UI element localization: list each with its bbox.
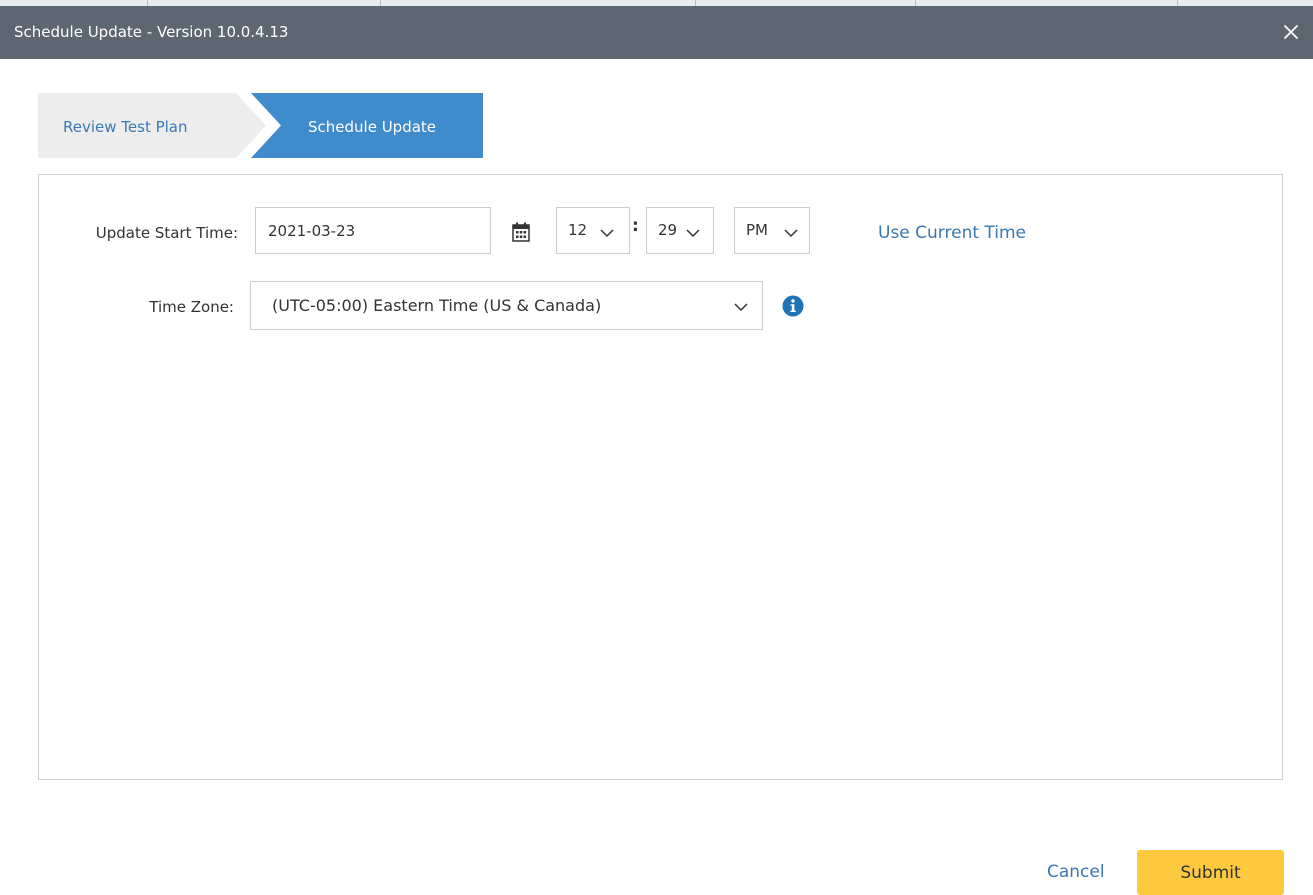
- cancel-button[interactable]: Cancel: [1047, 862, 1105, 882]
- chevron-down-icon: [784, 229, 798, 238]
- chevron-down-icon: [734, 303, 748, 312]
- info-icon[interactable]: [782, 295, 804, 317]
- chevron-down-icon: [686, 229, 700, 238]
- dialog-titlebar: Schedule Update - Version 10.0.4.13: [0, 6, 1313, 59]
- update-start-time-label: Update Start Time:: [95, 224, 238, 242]
- wizard-step-review-test-plan[interactable]: Review Test Plan: [38, 93, 266, 158]
- hour-select[interactable]: 12: [556, 207, 630, 254]
- time-separator: :: [632, 216, 639, 236]
- minute-value: 29: [658, 221, 678, 239]
- time-zone-value: (UTC-05:00) Eastern Time (US & Canada): [272, 296, 602, 315]
- close-icon[interactable]: [1279, 20, 1303, 44]
- dialog-title: Schedule Update - Version 10.0.4.13: [14, 23, 289, 41]
- schedule-form-panel: [38, 174, 1283, 780]
- wizard-step-label: Review Test Plan: [63, 118, 188, 136]
- minute-select[interactable]: 29: [646, 207, 714, 254]
- start-date-input[interactable]: [255, 207, 491, 254]
- hour-value: 12: [568, 221, 588, 239]
- chevron-down-icon: [600, 229, 614, 238]
- ampm-select[interactable]: PM: [734, 207, 810, 254]
- use-current-time-link[interactable]: Use Current Time: [878, 223, 1026, 243]
- submit-button[interactable]: Submit: [1137, 850, 1284, 895]
- ampm-value: PM: [746, 221, 768, 239]
- wizard-step-label: Schedule Update: [308, 118, 437, 136]
- calendar-icon[interactable]: [512, 222, 530, 242]
- time-zone-label: Time Zone:: [149, 298, 234, 316]
- wizard-step-schedule-update[interactable]: Schedule Update: [251, 93, 483, 158]
- time-zone-select[interactable]: (UTC-05:00) Eastern Time (US & Canada): [250, 281, 763, 330]
